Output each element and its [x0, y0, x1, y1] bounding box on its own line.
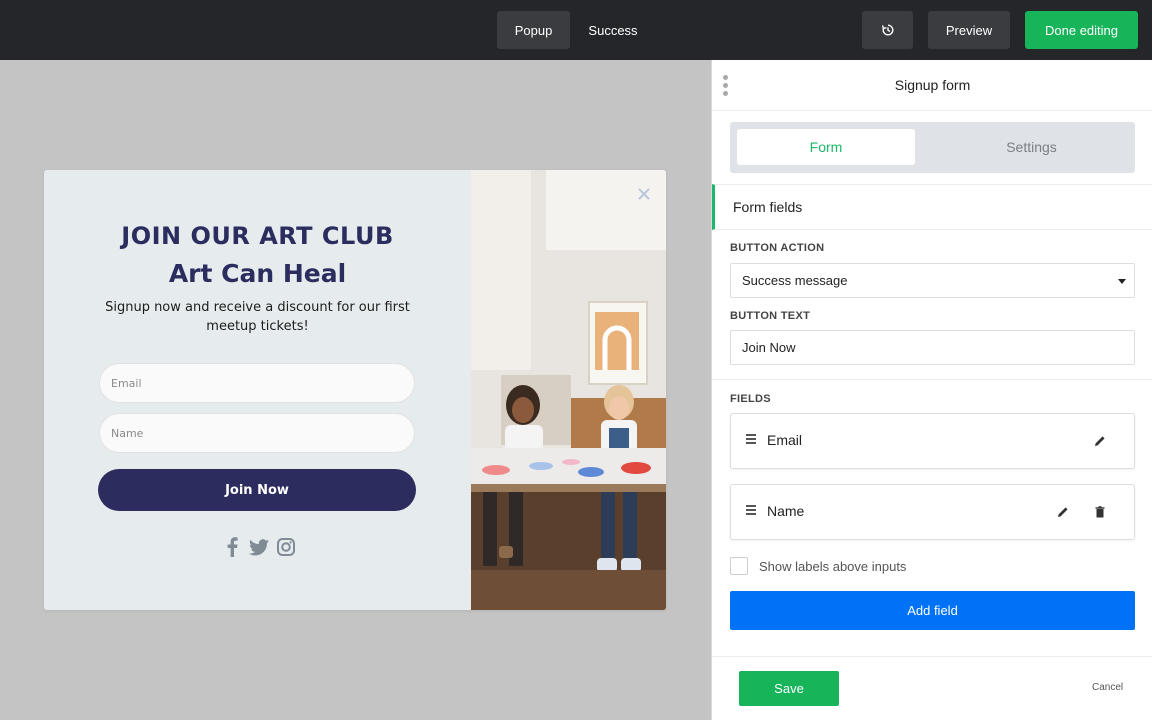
button-text-label: BUTTON TEXT — [730, 310, 811, 322]
panel-footer: Save Cancel — [712, 656, 1152, 720]
tab-settings[interactable]: Settings — [935, 129, 1128, 165]
children-art-photo — [471, 170, 666, 610]
popup-subtitle[interactable]: Art Can Heal — [44, 259, 471, 288]
close-icon — [638, 188, 650, 200]
popup-join-button[interactable]: Join Now — [98, 469, 416, 511]
panel-header: Signup form — [712, 60, 1152, 111]
top-toolbar: Popup Success Preview Done editing — [0, 0, 1152, 60]
history-icon — [881, 24, 893, 36]
popup-content: JOIN OUR ART CLUB Art Can Heal Signup no… — [44, 170, 471, 610]
form-fields-section-header[interactable]: Form fields — [712, 184, 1152, 230]
editor-side-panel: Signup form Form Settings Form fields BU… — [711, 60, 1152, 720]
fields-label: FIELDS — [730, 393, 771, 405]
tab-success[interactable]: Success — [580, 11, 646, 49]
pencil-icon[interactable] — [1093, 434, 1107, 448]
caret-down-icon — [1118, 279, 1126, 284]
tab-popup[interactable]: Popup — [497, 11, 570, 49]
popup-name-input[interactable]: Name — [99, 413, 415, 453]
show-labels-label[interactable]: Show labels above inputs — [759, 559, 906, 574]
section-title: Form fields — [733, 199, 803, 215]
field-label: Email — [767, 432, 803, 448]
panel-tabs: Form Settings — [730, 122, 1135, 173]
field-label: Name — [767, 503, 805, 519]
add-field-button[interactable]: Add field — [730, 591, 1135, 630]
popup-photo — [471, 170, 666, 610]
cancel-button[interactable]: Cancel — [1092, 682, 1123, 693]
button-action-value: Success message — [742, 273, 848, 288]
popup-email-input[interactable]: Email — [99, 363, 415, 403]
save-button[interactable]: Save — [739, 671, 839, 706]
popup-title[interactable]: JOIN OUR ART CLUB — [44, 222, 471, 250]
done-editing-button[interactable]: Done editing — [1025, 11, 1138, 49]
signup-popup: JOIN OUR ART CLUB Art Can Heal Signup no… — [44, 170, 666, 610]
twitter-icon[interactable] — [249, 537, 269, 557]
preview-button[interactable]: Preview — [928, 11, 1010, 49]
button-action-select[interactable]: Success message — [730, 263, 1135, 298]
drag-handle-icon[interactable] — [746, 434, 756, 446]
trash-icon[interactable] — [1093, 505, 1107, 519]
pencil-icon[interactable] — [1056, 505, 1070, 519]
field-card-name[interactable]: Name — [730, 484, 1135, 540]
popup-description[interactable]: Signup now and receive a discount for ou… — [104, 298, 411, 336]
social-icons — [222, 536, 296, 558]
facebook-icon[interactable] — [222, 537, 242, 557]
popup-close-button[interactable] — [636, 186, 652, 202]
editor-canvas: JOIN OUR ART CLUB Art Can Heal Signup no… — [0, 60, 711, 720]
button-action-label: BUTTON ACTION — [730, 242, 825, 254]
divider — [712, 379, 1152, 380]
tab-form[interactable]: Form — [737, 129, 915, 165]
show-labels-checkbox[interactable] — [730, 557, 748, 575]
drag-handle-icon[interactable] — [746, 505, 756, 517]
instagram-icon[interactable] — [276, 537, 296, 557]
field-card-email[interactable]: Email — [730, 413, 1135, 469]
history-button[interactable] — [862, 11, 913, 49]
button-text-input[interactable]: Join Now — [730, 330, 1135, 365]
show-labels-row: Show labels above inputs — [730, 556, 906, 576]
panel-title: Signup form — [894, 77, 971, 93]
